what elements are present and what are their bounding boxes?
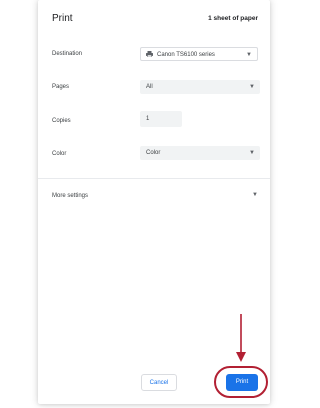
destination-label: Destination xyxy=(52,51,83,57)
copies-label: Copies xyxy=(52,118,71,124)
section-divider xyxy=(38,178,270,179)
copies-input[interactable]: 1 xyxy=(140,111,182,127)
printer-icon xyxy=(146,51,153,57)
chevron-down-icon[interactable]: ▼ xyxy=(252,192,258,198)
arrow-down-icon xyxy=(236,314,246,362)
more-settings-toggle[interactable]: More settings xyxy=(52,193,88,199)
chevron-down-icon: ▼ xyxy=(249,150,255,156)
chevron-down-icon: ▼ xyxy=(246,52,252,58)
color-value: Color xyxy=(146,150,161,156)
destination-value: Canon TS6100 series xyxy=(157,52,215,58)
chevron-down-icon: ▼ xyxy=(249,84,255,90)
color-select[interactable]: Color ▼ xyxy=(140,146,260,160)
color-label: Color xyxy=(52,151,67,157)
pages-label: Pages xyxy=(52,84,70,90)
pages-value: All xyxy=(146,84,153,90)
destination-select[interactable]: Canon TS6100 series ▼ xyxy=(140,47,258,61)
sheet-count: 1 sheet of paper xyxy=(208,15,258,22)
cancel-button[interactable]: Cancel xyxy=(141,374,177,391)
pages-select[interactable]: All ▼ xyxy=(140,80,260,94)
print-button[interactable]: Print xyxy=(226,374,258,391)
dialog-title: Print xyxy=(52,13,73,24)
